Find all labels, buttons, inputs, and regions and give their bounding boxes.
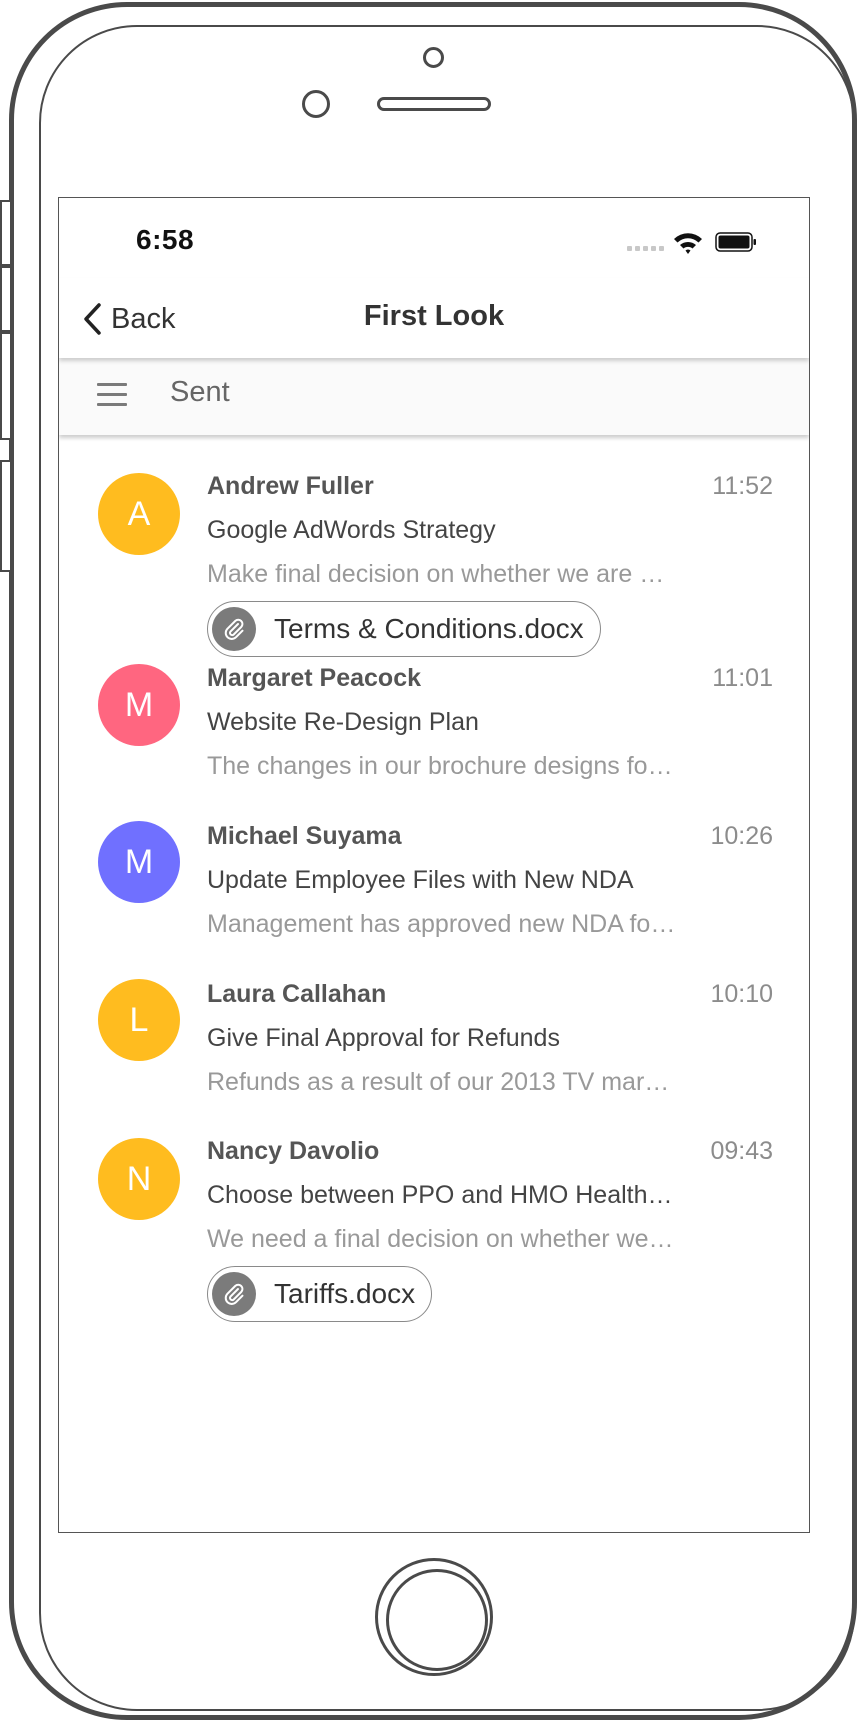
mail-item[interactable]: A Andrew Fuller 11:52 Google AdWords Str…	[59, 435, 809, 657]
page-title: First Look	[363, 300, 505, 332]
avatar: L	[98, 979, 180, 1061]
home-button[interactable]	[375, 1558, 493, 1676]
proximity-sensor	[302, 90, 330, 118]
earpiece-speaker	[377, 97, 491, 111]
mail-sender: Laura Callahan	[207, 980, 387, 1008]
mail-subject: Choose between PPO and HMO Health Plan	[207, 1181, 677, 1209]
mail-preview: We need a final decision on whether we a…	[207, 1225, 677, 1253]
mail-item[interactable]: L Laura Callahan 10:10 Give Final Approv…	[59, 943, 809, 1100]
volume-down-button	[0, 460, 10, 572]
mail-sender: Margaret Peacock	[207, 664, 422, 692]
mail-sender: Andrew Fuller	[207, 472, 374, 500]
hamburger-menu-icon[interactable]	[97, 383, 127, 407]
mail-subject: Google AdWords Strategy	[207, 516, 496, 544]
front-camera	[423, 47, 444, 68]
paperclip-icon	[212, 1272, 256, 1316]
status-time: 6:58	[136, 224, 195, 255]
mail-preview: Make final decision on whether we are go…	[207, 560, 677, 588]
mail-preview: Refunds as a result of our 2013 TV marke…	[207, 1068, 677, 1096]
navigation-bar: Back First Look	[59, 278, 809, 358]
avatar: A	[98, 473, 180, 555]
attachment-chip[interactable]: Tariffs.docx	[207, 1266, 433, 1322]
avatar: N	[98, 1138, 180, 1220]
app-screen: 6:58 Back First Look Sent A Andrew Fulle…	[58, 197, 810, 1533]
mail-time: 10:10	[710, 980, 773, 1008]
mail-sender: Michael Suyama	[207, 822, 402, 850]
side-button	[0, 266, 10, 332]
mail-time: 11:01	[712, 664, 773, 692]
signal-icon	[627, 246, 664, 251]
mail-time: 09:43	[710, 1137, 773, 1165]
mail-subject: Give Final Approval for Refunds	[207, 1024, 560, 1052]
folder-toolbar: Sent	[59, 358, 809, 435]
mail-item[interactable]: N Nancy Davolio 09:43 Choose between PPO…	[59, 1100, 809, 1322]
mail-subject: Website Re-Design Plan	[207, 708, 479, 736]
folder-title: Sent	[170, 376, 230, 408]
mail-time: 10:26	[710, 822, 773, 850]
wifi-icon	[674, 233, 702, 254]
attachment-name: Tariffs.docx	[274, 1278, 416, 1309]
mail-time: 11:52	[712, 472, 773, 500]
mail-item[interactable]: M Margaret Peacock 11:01 Website Re-Desi…	[59, 628, 809, 785]
mail-preview: The changes in our brochure designs for …	[207, 752, 677, 780]
volume-up-button	[0, 332, 10, 440]
mail-preview: Management has approved new NDA forms fo…	[207, 910, 677, 938]
mail-subject: Update Employee Files with New NDA	[207, 866, 634, 894]
mail-item[interactable]: M Michael Suyama 10:26 Update Employee F…	[59, 785, 809, 943]
avatar: M	[98, 664, 180, 746]
mail-sender: Nancy Davolio	[207, 1137, 380, 1165]
mute-switch	[0, 200, 10, 266]
avatar: M	[98, 821, 180, 903]
battery-icon	[715, 232, 756, 252]
status-bar: 6:58	[59, 198, 809, 278]
